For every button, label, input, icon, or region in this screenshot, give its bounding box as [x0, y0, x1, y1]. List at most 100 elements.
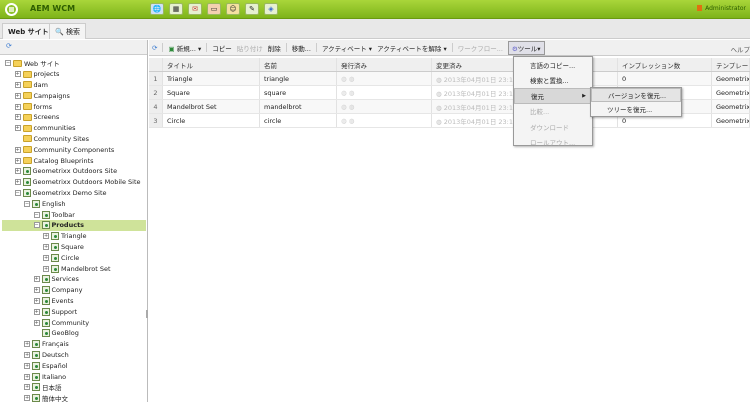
copy-button[interactable]: コピー — [212, 43, 232, 53]
tree-node[interactable]: +communities — [0, 123, 76, 134]
expand-toggle-icon[interactable]: + — [34, 298, 40, 304]
tree-node[interactable]: +Community Components — [0, 144, 114, 155]
move-button[interactable]: 移動... — [292, 43, 311, 53]
tree-node[interactable]: +Mandelbrot Set — [0, 263, 111, 274]
tools-button[interactable]: ⚙ツール▾ — [508, 41, 545, 55]
activate-button[interactable]: アクティベート ▾ — [322, 43, 372, 53]
expand-toggle-icon[interactable]: + — [15, 114, 21, 120]
websites-app-icon[interactable]: 🌐 — [150, 3, 164, 15]
new-button[interactable]: ▣ 新規... ▾ — [168, 43, 201, 53]
expand-toggle-icon[interactable]: + — [15, 147, 21, 153]
tab-search[interactable]: 🔍 検索 — [49, 23, 86, 39]
header-template[interactable]: テンプレー — [712, 58, 750, 71]
tree-node[interactable]: +Geometrixx Outdoors Site — [0, 166, 117, 177]
deactivate-button[interactable]: アクティベートを解除 ▾ — [377, 43, 447, 53]
expand-toggle-icon[interactable]: + — [34, 320, 40, 326]
expand-toggle-icon[interactable]: − — [24, 201, 30, 207]
tree-node[interactable]: +GeoBlog — [0, 328, 79, 339]
campaigns-app-icon[interactable]: ✉ — [188, 3, 202, 15]
tree-node[interactable]: +Español — [0, 360, 68, 371]
refresh-icon[interactable]: ⟳ — [152, 44, 157, 52]
tree-node[interactable]: +Geometrixx Outdoors Mobile Site — [0, 177, 141, 188]
tree-node[interactable]: +projects — [0, 69, 59, 80]
header-published[interactable]: 発行済み — [337, 58, 432, 71]
tree-node[interactable]: +Community — [0, 317, 89, 328]
menu-find-replace[interactable]: 検索と置換... — [514, 73, 592, 89]
user-menu[interactable]: Administrator — [697, 5, 746, 12]
expand-toggle-icon[interactable]: + — [15, 82, 21, 88]
tree-node[interactable]: +forms — [0, 101, 52, 112]
tree-node[interactable]: +Support — [0, 306, 77, 317]
expand-toggle-icon[interactable]: + — [43, 233, 49, 239]
refresh-tree-button[interactable]: ⟳ — [0, 40, 147, 55]
expand-toggle-icon[interactable]: + — [24, 374, 30, 380]
table-row[interactable]: 1Triangletriangle◍ ◍◍ 2013年04月01日 23:10G… — [149, 72, 750, 86]
tree-node[interactable]: −Products — [2, 220, 146, 231]
tree-node[interactable]: −Web サイト — [0, 58, 60, 69]
dam-app-icon[interactable]: ▦ — [169, 3, 183, 15]
expand-toggle-icon[interactable]: + — [34, 309, 40, 315]
menu-restore[interactable]: 復元▶ — [514, 88, 592, 104]
tree-node[interactable]: +Catalog Blueprints — [0, 155, 94, 166]
tree-node[interactable]: +Circle — [0, 252, 79, 263]
aem-logo-icon[interactable] — [5, 3, 18, 16]
tree-node[interactable]: +Français — [0, 339, 69, 350]
expand-toggle-icon[interactable]: + — [15, 125, 21, 131]
tree-node[interactable]: +Events — [0, 296, 74, 307]
workflow-button[interactable]: ワークフロー... — [458, 43, 503, 53]
expand-toggle-icon[interactable]: + — [24, 341, 30, 347]
expand-toggle-icon[interactable]: + — [24, 395, 30, 401]
tree-node[interactable]: +Company — [0, 285, 82, 296]
expand-toggle-icon[interactable]: + — [24, 384, 30, 390]
tree-node[interactable]: +Campaigns — [0, 90, 70, 101]
expand-toggle-icon[interactable]: + — [15, 71, 21, 77]
menu-restore-tree[interactable]: ツリーを復元... — [591, 102, 681, 116]
expand-toggle-icon[interactable]: + — [34, 276, 40, 282]
tree-node[interactable]: +日本語 — [0, 382, 62, 393]
delete-button[interactable]: 削除 — [268, 43, 281, 53]
menu-restore-version[interactable]: バージョンを復元... — [591, 88, 681, 102]
tags-app-icon[interactable]: ◈ — [264, 3, 278, 15]
expand-toggle-icon[interactable]: − — [15, 190, 21, 196]
expand-toggle-icon[interactable]: + — [43, 266, 49, 272]
help-button[interactable]: ヘルプ — [731, 44, 750, 54]
page-icon — [32, 340, 40, 348]
menu-language-copy[interactable]: 言語のコピー... — [514, 57, 592, 73]
tree-node[interactable]: −English — [0, 198, 65, 209]
tree-node[interactable]: +Square — [0, 242, 84, 253]
expand-toggle-icon[interactable]: + — [15, 93, 21, 99]
tab-websites[interactable]: Web サイト — [2, 23, 55, 39]
tree-node[interactable]: −Toolbar — [0, 209, 75, 220]
expand-toggle-icon[interactable]: + — [15, 179, 21, 185]
panel-splitter[interactable] — [146, 310, 148, 318]
tree-node[interactable]: +Italiano — [0, 371, 66, 382]
expand-toggle-icon[interactable]: + — [24, 363, 30, 369]
expand-toggle-icon[interactable]: − — [34, 222, 40, 228]
expand-toggle-icon[interactable]: + — [15, 104, 21, 110]
expand-toggle-icon[interactable]: + — [15, 168, 21, 174]
expand-toggle-icon[interactable]: − — [34, 212, 40, 218]
paste-button[interactable]: 貼り付け — [237, 43, 263, 53]
tree-node[interactable]: +Screens — [0, 112, 59, 123]
expand-toggle-icon[interactable]: + — [43, 244, 49, 250]
tree-node[interactable]: +dam — [0, 80, 48, 91]
tree-node[interactable]: +Deutsch — [0, 350, 69, 361]
tree-node[interactable]: −Geometrixx Demo Site — [0, 188, 107, 199]
menu-compare[interactable]: 比較... — [514, 104, 592, 120]
header-title[interactable]: タイトル — [163, 58, 260, 71]
menu-rollout[interactable]: ロールアウト... — [514, 135, 592, 151]
expand-toggle-icon[interactable]: − — [5, 60, 11, 66]
expand-toggle-icon[interactable]: + — [15, 158, 21, 164]
users-app-icon[interactable]: ☺ — [226, 3, 240, 15]
tree-node[interactable]: +Services — [0, 274, 79, 285]
expand-toggle-icon[interactable]: + — [24, 352, 30, 358]
header-impressions[interactable]: インプレッション数 — [618, 58, 712, 71]
tree-node[interactable]: +Triangle — [0, 231, 87, 242]
tools-app-icon[interactable]: ✎ — [245, 3, 259, 15]
menu-download[interactable]: ダウンロード — [514, 119, 592, 135]
expand-toggle-icon[interactable]: + — [43, 255, 49, 261]
tree-node[interactable]: +Community Sites — [0, 134, 89, 145]
header-name[interactable]: 名前 — [260, 58, 337, 71]
inbox-app-icon[interactable]: ▭ — [207, 3, 221, 15]
expand-toggle-icon[interactable]: + — [34, 287, 40, 293]
